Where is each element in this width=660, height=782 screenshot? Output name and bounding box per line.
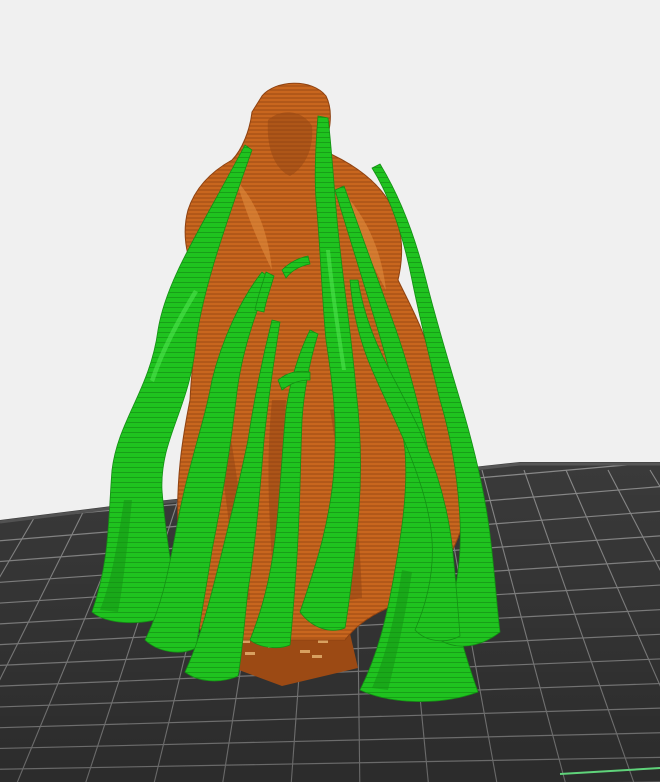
3d-viewport[interactable]	[0, 0, 660, 782]
scene-canvas[interactable]	[0, 0, 660, 782]
base-detail	[312, 655, 322, 658]
base-detail	[300, 650, 310, 653]
base-detail	[245, 652, 255, 655]
